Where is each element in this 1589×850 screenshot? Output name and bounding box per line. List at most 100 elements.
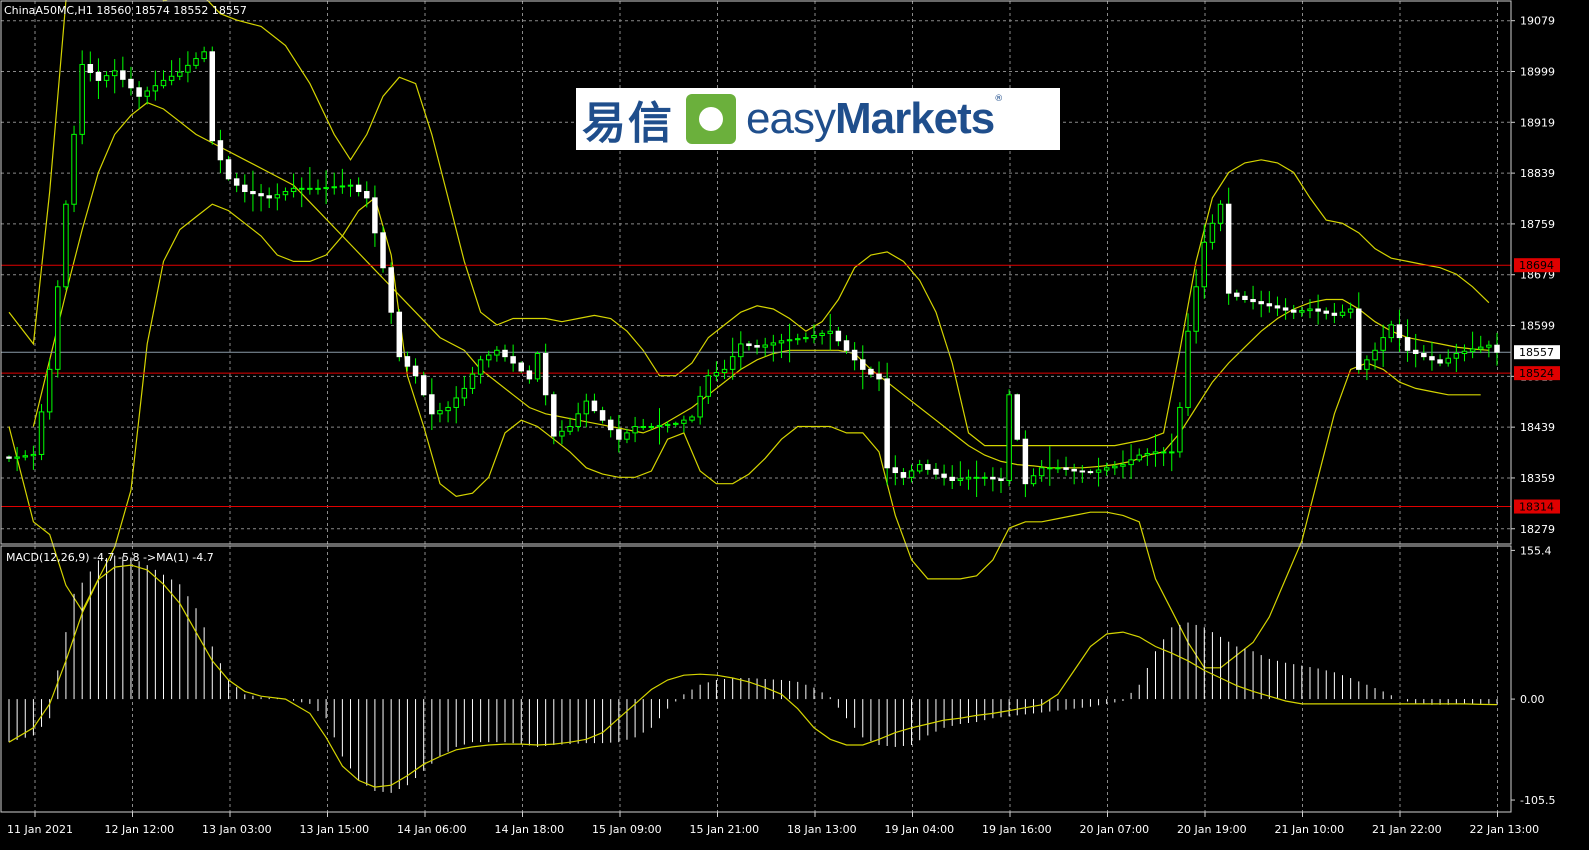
price-tick-label: 18599 (1520, 320, 1555, 333)
symbol-name: ChinaA50MC,H1 (4, 4, 93, 17)
candle-body (803, 337, 809, 340)
candle-body (1087, 471, 1094, 474)
price-tick-label: 18839 (1520, 167, 1555, 180)
candle-body (1225, 203, 1232, 294)
candle-body (1282, 307, 1289, 311)
candle-body (1250, 298, 1256, 303)
macd-panel (8, 555, 1498, 793)
candle-body (250, 191, 256, 195)
candle-body (1152, 451, 1159, 455)
candle-body (738, 343, 744, 358)
bollinger-middle (32, 101, 1489, 469)
candle-body (1047, 467, 1053, 470)
price-tick-label: 18759 (1520, 218, 1555, 231)
candle-body (1290, 309, 1297, 313)
candle-body (933, 468, 939, 475)
candle-body (420, 375, 427, 396)
candle-body (429, 394, 435, 415)
time-tick-label: 14 Jan 18:00 (495, 823, 565, 836)
candle-body (225, 159, 232, 180)
candle-body (1095, 469, 1102, 473)
candle-body (1160, 451, 1167, 454)
price-tick-label: 18359 (1520, 472, 1555, 485)
candle-body (1136, 454, 1142, 461)
candle-body (656, 424, 663, 428)
candle-body (486, 354, 492, 361)
candle-body (794, 338, 801, 341)
price-tick-label: 19079 (1520, 15, 1555, 28)
candle-body (87, 64, 94, 73)
candle-body (315, 187, 321, 190)
candle-body (599, 410, 606, 421)
candle-body (689, 416, 695, 421)
candle-body (404, 356, 411, 367)
candle-body (266, 195, 272, 199)
candle-body (347, 184, 354, 187)
candle-body (274, 194, 281, 199)
candle-body (185, 64, 191, 73)
candle-body (1396, 324, 1403, 339)
candle-body (1193, 286, 1199, 332)
candle-body (770, 342, 777, 346)
candle-body (908, 470, 915, 478)
candle-body (437, 410, 443, 415)
candle-body (71, 133, 77, 205)
candle-body (258, 193, 264, 197)
candle-body (705, 375, 712, 397)
candle-body (1063, 467, 1069, 470)
candle-body (998, 478, 1004, 481)
logo-en-text: easyMarkets (746, 94, 995, 144)
candle-body (136, 87, 142, 97)
candle-body (1404, 337, 1411, 351)
candle-body (6, 456, 12, 459)
candle-body (1103, 467, 1110, 471)
time-tick-label: 11 Jan 2021 (7, 823, 73, 836)
candle-body (1331, 312, 1338, 316)
candle-body (1217, 203, 1224, 224)
candle-body (551, 394, 557, 437)
logo-en-bold: Markets (834, 94, 995, 143)
bollinger-upper (8, 0, 1490, 447)
candle-body (534, 352, 541, 380)
candle-body (843, 340, 850, 351)
candle-body (1469, 348, 1476, 352)
candle-body (193, 58, 199, 66)
candle-body (624, 432, 630, 440)
current-price-label: 18557 (1519, 346, 1554, 359)
candle-body (1079, 470, 1086, 473)
candle-body (177, 71, 183, 77)
candle-body (120, 70, 126, 80)
time-tick-label: 13 Jan 15:00 (300, 823, 370, 836)
candle-body (30, 453, 37, 457)
time-tick-label: 13 Jan 03:00 (202, 823, 272, 836)
candle-body (990, 476, 996, 480)
candle-body (22, 455, 28, 458)
ohlc-values: 18560 18574 18552 18557 (96, 4, 247, 17)
candle-body (128, 78, 134, 89)
candle-body (607, 419, 614, 431)
time-tick-label: 18 Jan 13:00 (787, 823, 857, 836)
candle-body (339, 185, 346, 188)
candle-body (242, 184, 248, 193)
candle-body (1315, 308, 1321, 312)
candle-body (388, 267, 394, 313)
candle-body (1347, 308, 1354, 313)
candle-body (233, 178, 240, 186)
time-tick-label: 21 Jan 10:00 (1275, 823, 1345, 836)
macd-tick-label: 0.00 (1520, 693, 1545, 706)
candle-body (494, 349, 500, 356)
time-tick-label: 15 Jan 21:00 (690, 823, 760, 836)
candle-body (1274, 305, 1281, 309)
candle-body (559, 430, 565, 437)
candle-body (152, 85, 159, 92)
candle-body (364, 191, 370, 199)
candle-body (453, 397, 459, 408)
symbol-header: ChinaA50MC,H1 18560 18574 18552 18557 (4, 4, 247, 17)
price-tick-label: 18999 (1520, 65, 1555, 78)
hline-label: 18524 (1519, 367, 1554, 380)
main-panel-frame (0, 0, 1512, 545)
candle-body (949, 476, 955, 481)
candle-body (673, 422, 679, 425)
candle-body (1071, 468, 1077, 472)
candle-body (681, 419, 687, 424)
